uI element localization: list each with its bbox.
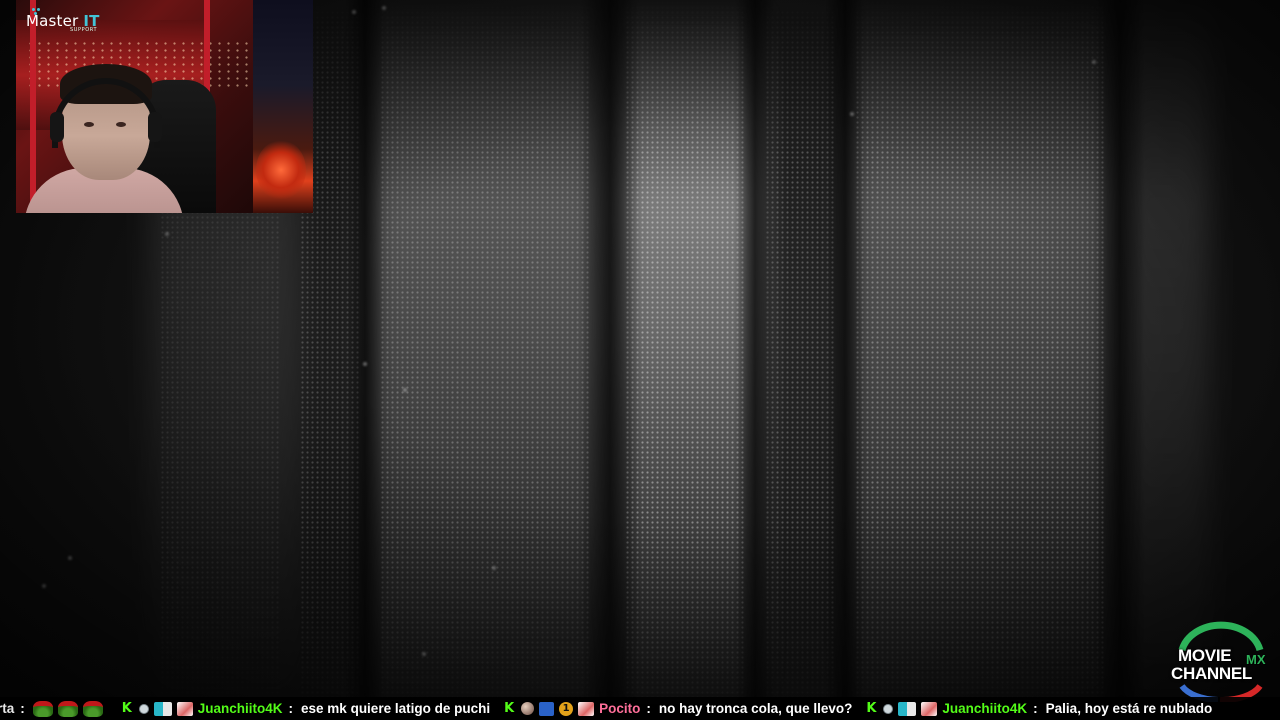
frog-icon [57,700,78,717]
channel-logo-line2: CHANNEL [1171,664,1253,683]
channel-logo-line1: MOVIE [1178,646,1232,665]
streamer-eye [84,122,94,127]
chat-username: rta [0,701,15,716]
chat-message: K 1 Pocito : no hay tronca cola, que lle… [504,697,852,720]
chat-separator: : [288,701,294,716]
kick-icon: K [866,700,877,716]
webcam-frame-bar [30,0,36,213]
chat-ticker-track: rta : K Juanchiito4K : ese mk quiere lat… [0,697,1226,720]
headset-earcup [148,112,162,142]
subscriber-icon [898,701,917,716]
subscriber-gift-icon [176,701,193,716]
chat-text: ese mk quiere latigo de puchi [301,701,491,716]
frog-icon [82,700,103,717]
gift-count-icon: 1 [559,701,574,716]
subscriber-icon [153,701,172,716]
movie-channel-logo: MOVIE MX CHANNEL [1168,620,1274,702]
sword-icon [539,701,555,716]
chat-separator: : [646,701,651,716]
ball-icon [521,702,535,715]
kick-icon: K [504,700,515,716]
chat-separator: : [20,701,25,716]
kick-icon: K [121,700,132,716]
frog-icon [32,700,53,717]
chat-username: Juanchiito4K [197,701,283,716]
moderator-dot-icon [883,703,894,714]
webcam-overlay [16,0,313,213]
subscriber-gift-icon [921,701,938,716]
streamer-eye [116,122,126,127]
chat-text: Palia, hoy está re nublado [1045,701,1213,716]
master-it-logo-subtitle: SUPPORT [70,27,98,33]
chat-username: Pocito [599,701,641,716]
chat-message: K Juanchiito4K : ese mk quiere latigo de… [122,697,490,720]
chat-text: no hay tronca cola, que llevo? [658,701,853,716]
webcam-lamp [256,140,306,200]
moderator-dot-icon [138,703,149,714]
headset-earcup [50,112,64,142]
chat-separator: : [1033,701,1038,716]
chat-message: K Juanchiito4K : Palia, hoy está re nubl… [866,697,1212,720]
chat-username: Juanchiito4K [942,701,1028,716]
chat-ticker: rta : K Juanchiito4K : ese mk quiere lat… [0,697,1280,720]
chat-message: rta : [0,697,108,720]
subscriber-gift-icon [578,701,595,716]
